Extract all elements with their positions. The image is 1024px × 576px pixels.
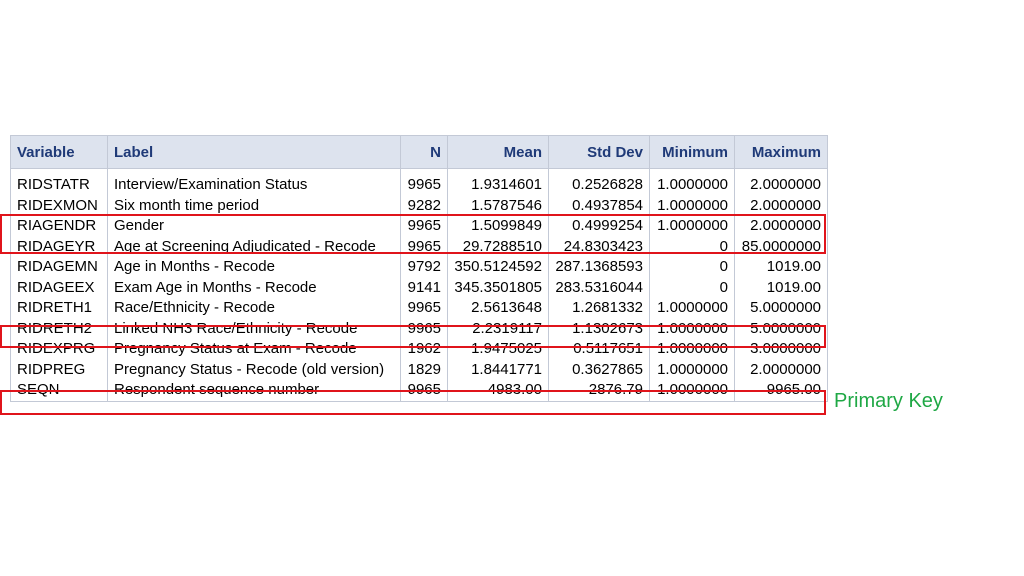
- cell-label: Interview/Examination Status: [107, 168, 401, 196]
- cell-minimum: 1.0000000: [649, 168, 735, 196]
- cell-label: Race/Ethnicity - Recode: [107, 298, 401, 319]
- table-row: RIDAGEEX Exam Age in Months - Recode 9141 3…: [10, 277, 828, 298]
- cell-minimum: 1.0000000: [649, 195, 735, 216]
- cell-maximum: 1019.00: [734, 257, 828, 278]
- cell-n: 9282: [400, 195, 448, 216]
- cell-minimum: 0: [649, 257, 735, 278]
- cell-mean: 345.3501805: [447, 277, 549, 298]
- cell-maximum: 2.0000000: [734, 195, 828, 216]
- cell-variable: RIDRETH1: [10, 298, 108, 319]
- cell-variable: RIDSTATR: [10, 168, 108, 196]
- column-header-variable: Variable: [10, 135, 108, 169]
- highlight-box-race-ethnicity: [0, 325, 826, 348]
- cell-variable: RIDPREG: [10, 359, 108, 380]
- cell-maximum: 2.0000000: [734, 359, 828, 380]
- cell-n: 9965: [400, 298, 448, 319]
- cell-n: 9965: [400, 168, 448, 196]
- cell-n: 1829: [400, 359, 448, 380]
- table-row: RIDAGEMN Age in Months - Recode 9792 350.51…: [10, 257, 828, 278]
- cell-variable: RIDAGEEX: [10, 277, 108, 298]
- column-header-mean: Mean: [447, 135, 549, 169]
- cell-std-dev: 0.4937854: [548, 195, 650, 216]
- cell-mean: 2.5613648: [447, 298, 549, 319]
- page: Variable Label N Mean Std Dev Minimum Ma…: [0, 0, 1024, 576]
- cell-std-dev: 0.2526828: [548, 168, 650, 196]
- column-header-std-dev: Std Dev: [548, 135, 650, 169]
- primary-key-annotation: Primary Key: [834, 390, 943, 412]
- summary-statistics-table: Variable Label N Mean Std Dev Minimum Ma…: [10, 135, 828, 402]
- cell-maximum: 5.0000000: [734, 298, 828, 319]
- cell-label: Pregnancy Status - Recode (old version): [107, 359, 401, 380]
- cell-minimum: 1.0000000: [649, 359, 735, 380]
- table-row: RIDEXMON Six month time period 9282 1.57875…: [10, 195, 828, 216]
- cell-label: Exam Age in Months - Recode: [107, 277, 401, 298]
- cell-std-dev: 287.1368593: [548, 257, 650, 278]
- cell-label: Age in Months - Recode: [107, 257, 401, 278]
- cell-std-dev: 0.3627865: [548, 359, 650, 380]
- cell-std-dev: 1.2681332: [548, 298, 650, 319]
- cell-n: 9792: [400, 257, 448, 278]
- cell-minimum: 0: [649, 277, 735, 298]
- column-header-maximum: Maximum: [734, 135, 828, 169]
- cell-mean: 1.8441771: [447, 359, 549, 380]
- cell-label: Six month time period: [107, 195, 401, 216]
- table-row: RIDSTATR Interview/Examination Status 9965…: [10, 168, 828, 196]
- cell-maximum: 1019.00: [734, 277, 828, 298]
- column-header-label: Label: [107, 135, 401, 169]
- column-header-minimum: Minimum: [649, 135, 735, 169]
- cell-std-dev: 283.5316044: [548, 277, 650, 298]
- cell-mean: 1.5787546: [447, 195, 549, 216]
- table-body: RIDSTATR Interview/Examination Status 9965…: [10, 168, 828, 402]
- cell-variable: RIDEXMON: [10, 195, 108, 216]
- cell-minimum: 1.0000000: [649, 298, 735, 319]
- highlight-box-seqn: [0, 390, 826, 415]
- column-header-n: N: [400, 135, 448, 169]
- cell-mean: 1.9314601: [447, 168, 549, 196]
- cell-n: 9141: [400, 277, 448, 298]
- highlight-box-gender-age: [0, 214, 826, 254]
- table-header-row: Variable Label N Mean Std Dev Minimum Ma…: [10, 135, 828, 169]
- cell-variable: RIDAGEMN: [10, 257, 108, 278]
- table-row: RIDPREG Pregnancy Status - Recode (old ve…: [10, 359, 828, 380]
- cell-mean: 350.5124592: [447, 257, 549, 278]
- cell-maximum: 2.0000000: [734, 168, 828, 196]
- table-row: RIDRETH1 Race/Ethnicity - Recode 9965 2.561…: [10, 298, 828, 319]
